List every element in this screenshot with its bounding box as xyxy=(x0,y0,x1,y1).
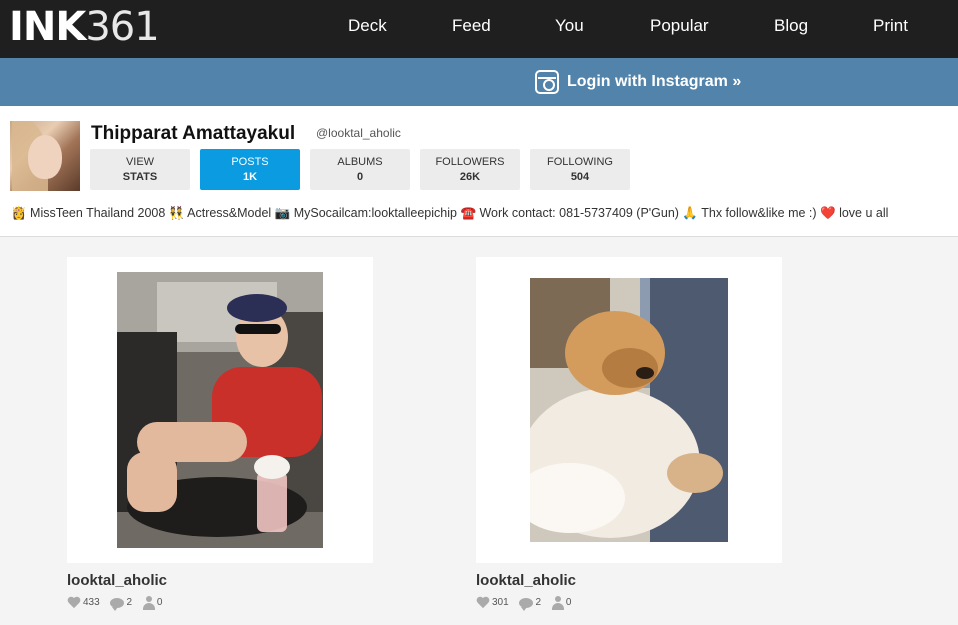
stat-value: 1K xyxy=(242,171,258,183)
comment-count: 2 xyxy=(126,597,133,608)
like-count: 301 xyxy=(492,597,509,608)
profile-name: Thipparat Amattayakul xyxy=(91,123,296,144)
stat-value: 504 xyxy=(570,171,590,183)
stat-value: STATS xyxy=(122,171,158,183)
post-photo[interactable] xyxy=(530,278,728,542)
avatar[interactable] xyxy=(10,121,80,191)
heart-icon[interactable] xyxy=(67,597,81,609)
profile-handle: @looktal_aholic xyxy=(316,126,401,140)
post-username[interactable]: looktal_aholic xyxy=(67,572,167,590)
stat-view-stats-button[interactable]: VIEW STATS xyxy=(90,149,190,190)
comment-icon[interactable] xyxy=(519,598,534,611)
nav-popular[interactable]: Popular xyxy=(650,16,709,36)
stat-label: POSTS xyxy=(231,156,269,168)
stat-albums-button[interactable]: ALBUMS 0 xyxy=(310,149,410,190)
avatar-face xyxy=(28,135,62,179)
ink361-logo[interactable]: INK361 xyxy=(9,4,160,50)
person-icon[interactable] xyxy=(551,596,564,610)
post-meta: 433 2 0 xyxy=(67,596,170,611)
login-bar xyxy=(0,58,958,106)
post-photo[interactable] xyxy=(117,272,323,548)
stat-followers-button[interactable]: FOLLOWERS 26K xyxy=(420,149,520,190)
stat-posts-button[interactable]: POSTS 1K xyxy=(200,149,300,190)
nav-deck[interactable]: Deck xyxy=(348,16,387,36)
nav-feed[interactable]: Feed xyxy=(452,16,491,36)
profile-bio: 👸 MissTeen Thailand 2008 👯 Actress&Model… xyxy=(11,206,889,220)
stat-following-button[interactable]: FOLLOWING 504 xyxy=(530,149,630,190)
like-count: 433 xyxy=(83,597,100,608)
comment-icon[interactable] xyxy=(110,598,125,611)
tag-count: 0 xyxy=(565,597,572,608)
comment-count: 2 xyxy=(535,597,542,608)
stat-value: 26K xyxy=(459,171,481,183)
nav-blog[interactable]: Blog xyxy=(774,16,808,36)
post-meta: 301 2 0 xyxy=(476,596,579,611)
nav-print[interactable]: Print xyxy=(873,16,908,36)
post-photo-image xyxy=(117,272,323,548)
stat-label: VIEW xyxy=(125,156,155,168)
stat-label: FOLLOWING xyxy=(546,156,613,168)
logo-light-text: 361 xyxy=(85,4,159,50)
tag-count: 0 xyxy=(156,597,163,608)
instagram-icon[interactable] xyxy=(535,70,559,94)
logo-bold-text: INK xyxy=(9,4,86,50)
post-username[interactable]: looktal_aholic xyxy=(476,572,576,590)
heart-icon[interactable] xyxy=(476,597,490,609)
login-with-instagram-link[interactable]: Login with Instagram » xyxy=(567,72,741,92)
person-icon[interactable] xyxy=(142,596,155,610)
nav-you[interactable]: You xyxy=(555,16,584,36)
stat-value: 0 xyxy=(356,171,364,183)
stat-label: ALBUMS xyxy=(337,156,383,168)
stat-label: FOLLOWERS xyxy=(435,156,505,168)
post-photo-image xyxy=(530,278,728,542)
